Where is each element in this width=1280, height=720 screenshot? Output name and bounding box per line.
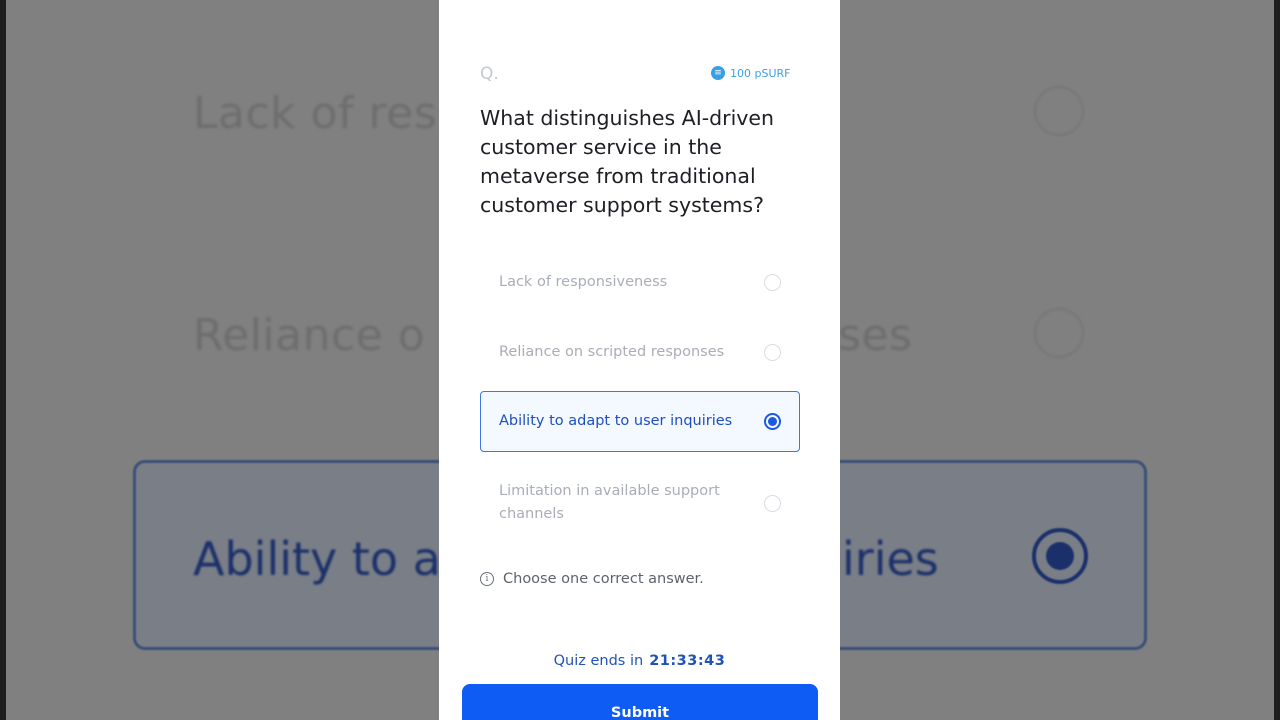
left-letterbox — [0, 0, 6, 720]
option-3-selected[interactable]: Ability to adapt to user inquiries — [480, 391, 800, 452]
reward-text: 100 pSURF — [730, 66, 791, 80]
answer-hint: i Choose one correct answer. — [480, 571, 704, 587]
bg-option-text-2b: ses — [838, 310, 913, 361]
quiz-timer: Quiz ends in 21:33:43 — [439, 653, 840, 669]
submit-label: Submit — [610, 705, 670, 720]
radio-button[interactable] — [764, 273, 781, 291]
hint-text: Choose one correct answer. — [503, 571, 704, 587]
option-label: Limitation in available support channels — [499, 483, 720, 522]
option-1[interactable]: Lack of responsiveness — [480, 252, 800, 312]
bg-radio-2 — [1034, 308, 1084, 358]
timer-value: 21:33:43 — [649, 653, 726, 669]
option-label: Lack of responsiveness — [499, 273, 668, 290]
bg-option-text-1: Lack of res — [193, 88, 438, 139]
option-label: Ability to adapt to user inquiries — [499, 413, 733, 429]
timer-label: Quiz ends in — [553, 653, 644, 669]
question-label: Q. — [480, 64, 499, 84]
right-letterbox — [1274, 0, 1280, 720]
bg-option-text-2a: Reliance o — [193, 310, 426, 361]
radio-button[interactable] — [764, 343, 781, 361]
bg-option-text-3b: iries — [842, 532, 939, 586]
option-2[interactable]: Reliance on scripted responses — [480, 322, 800, 382]
option-label: Reliance on scripted responses — [499, 343, 725, 360]
radio-button-selected[interactable] — [764, 413, 781, 430]
bg-radio-1 — [1034, 86, 1084, 136]
quiz-panel: Q. ≡ 100 pSURF What distinguishes AI-dri… — [439, 0, 840, 720]
reward-badge: ≡ 100 pSURF — [711, 66, 790, 80]
option-4[interactable]: Limitation in available support channels — [480, 472, 800, 534]
bg-radio-selected — [1032, 528, 1088, 584]
question-text: What distinguishes AI-driven customer se… — [480, 106, 775, 217]
submit-button[interactable]: Submit — [462, 684, 818, 720]
radio-button[interactable] — [764, 494, 781, 512]
info-icon: i — [480, 572, 494, 586]
bg-option-text-3a: Ability to a — [193, 532, 441, 586]
coin-icon: ≡ — [711, 66, 725, 80]
